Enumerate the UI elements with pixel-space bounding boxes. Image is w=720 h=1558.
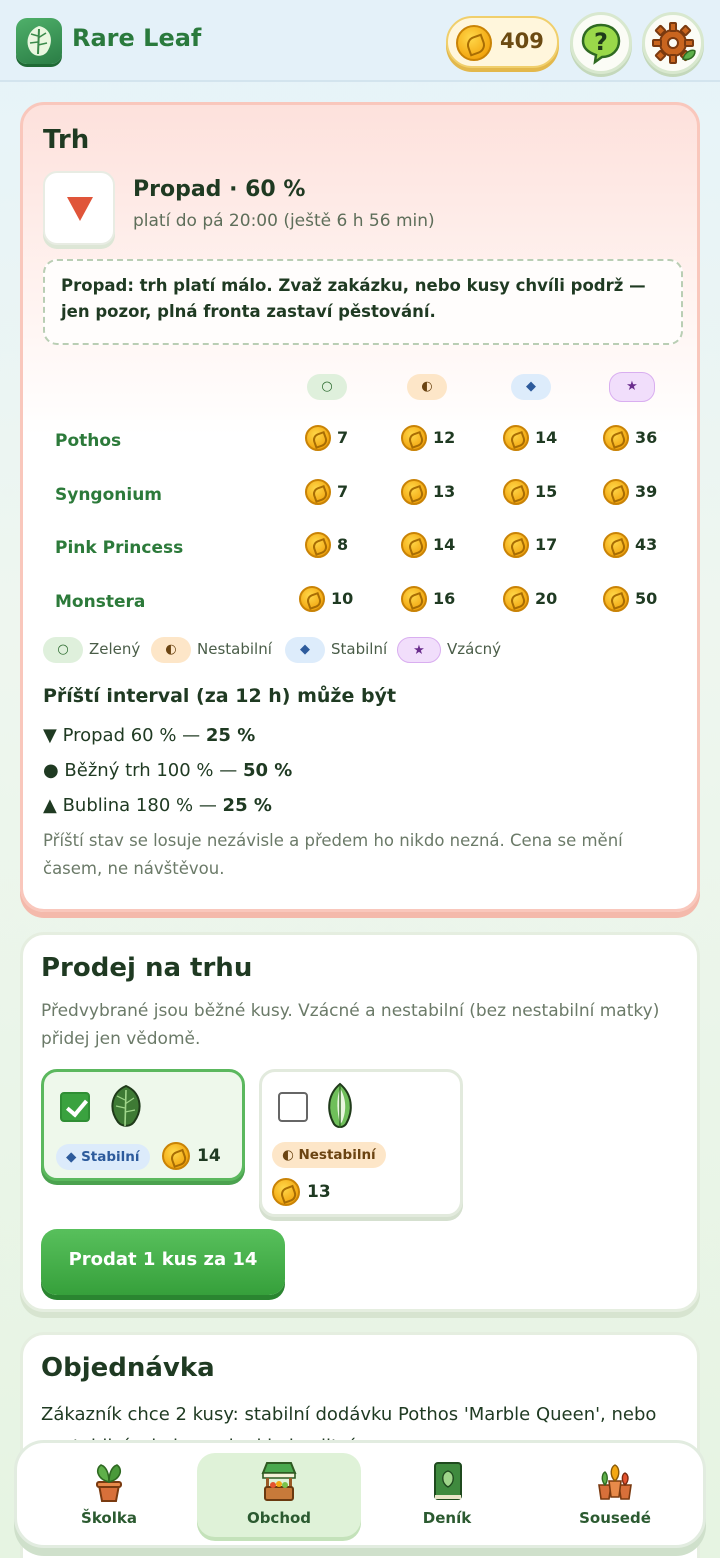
leaf-coin-icon bbox=[603, 532, 629, 558]
leaf-coin-icon bbox=[603, 425, 629, 451]
leaf-coin-icon bbox=[503, 532, 529, 558]
leaf-coin-icon bbox=[456, 25, 492, 61]
nav-label: Obchod bbox=[246, 1509, 312, 1527]
plant-name: Syngonium bbox=[55, 485, 163, 505]
market-stall-icon bbox=[261, 1462, 297, 1501]
market-card: Trh Propad · 60 % platí do pá 20:00 (ješ… bbox=[20, 102, 700, 912]
sell-subtitle: Předvybrané jsou běžné kusy. Vzácné a ne… bbox=[41, 1001, 660, 1049]
leaf-coin-icon bbox=[305, 532, 331, 558]
leaf-coin-icon bbox=[305, 425, 331, 451]
leaf-coin-icon bbox=[503, 479, 529, 505]
checkmark-icon bbox=[65, 1094, 89, 1118]
bottom-navigation: Školka Obchod Deník Sousedé bbox=[14, 1440, 706, 1548]
gear-leaf-icon bbox=[652, 22, 696, 64]
journal-book-icon bbox=[434, 1462, 462, 1500]
plant-name: Pink Princess bbox=[55, 538, 184, 558]
legend-item-stable: ◆ Stabilní bbox=[285, 635, 387, 663]
app-title: Rare Leaf bbox=[72, 24, 202, 52]
sell-title: Prodej na trhu bbox=[41, 953, 253, 983]
next-interval-title: Příští interval (za 12 h) může být bbox=[43, 685, 397, 707]
dark-leaf-icon bbox=[111, 1084, 141, 1127]
trend-indicator bbox=[43, 171, 115, 245]
leaf-coin-icon bbox=[603, 479, 629, 505]
next-interval-option: ▼ Propad 60 % — 25 % bbox=[43, 725, 256, 746]
quality-tag-unstable: ◐ Nestabilní bbox=[272, 1142, 386, 1168]
legend-item-rare: ★ Vzácný bbox=[397, 635, 501, 663]
nav-tab-skolka[interactable]: Školka bbox=[27, 1453, 191, 1537]
legend-item-green: ○ Zelený bbox=[43, 635, 140, 663]
item-checkbox-checked[interactable] bbox=[60, 1092, 90, 1122]
leaf-coin-icon bbox=[305, 479, 331, 505]
leaf-coin-icon bbox=[401, 586, 427, 612]
neighbors-plants-icon bbox=[598, 1464, 632, 1500]
variegated-leaf-icon bbox=[328, 1082, 352, 1128]
market-advice-note: Propad: trh platí málo. Zvaž zakázku, ne… bbox=[43, 259, 683, 345]
sell-item-card-selected[interactable]: ◆ Stabilní 14 bbox=[41, 1069, 245, 1181]
nav-label: Školka bbox=[81, 1509, 137, 1527]
legend-item-unstable: ◐ Nestabilní bbox=[151, 635, 272, 663]
leaf-coin-icon bbox=[272, 1178, 300, 1206]
order-title: Objednávka bbox=[41, 1353, 215, 1383]
leaf-coin-icon bbox=[162, 1142, 190, 1170]
nav-label: Deník bbox=[422, 1509, 472, 1527]
next-interval-option: ▲ Bublina 180 % — 25 % bbox=[43, 795, 272, 816]
market-title: Trh bbox=[43, 125, 90, 155]
nav-label: Sousedé bbox=[579, 1509, 651, 1527]
question-bubble-icon: ? bbox=[581, 23, 621, 65]
coin-balance[interactable]: 409 bbox=[446, 16, 559, 68]
nav-tab-denik[interactable]: Deník bbox=[365, 1453, 529, 1537]
monstera-leaf-logo-icon bbox=[16, 18, 62, 64]
trend-title: Propad · 60 % bbox=[133, 177, 306, 202]
potted-plant-icon bbox=[96, 1464, 122, 1502]
plant-name: Pothos bbox=[55, 431, 122, 451]
leaf-coin-icon bbox=[299, 586, 325, 612]
leaf-coin-icon bbox=[503, 425, 529, 451]
quality-tag-stable: ◆ Stabilní bbox=[56, 1144, 150, 1170]
coin-balance-value: 409 bbox=[500, 29, 544, 53]
leaf-coin-icon bbox=[401, 425, 427, 451]
help-button[interactable]: ? bbox=[570, 12, 632, 74]
svg-text:?: ? bbox=[594, 28, 608, 56]
item-checkbox-unchecked[interactable] bbox=[278, 1092, 308, 1122]
market-footnote: Příští stav se losuje nezávisle a předem… bbox=[43, 831, 623, 878]
trend-validity: platí do pá 20:00 (ještě 6 h 56 min) bbox=[133, 211, 435, 231]
quality-header-unstable: ◐ bbox=[407, 374, 447, 400]
leaf-coin-icon bbox=[603, 586, 629, 612]
settings-button[interactable] bbox=[642, 12, 704, 74]
sell-item-card[interactable]: ◐ Nestabilní 13 bbox=[259, 1069, 463, 1217]
top-bar: Rare Leaf 409 ? bbox=[0, 0, 720, 82]
quality-header-stable: ◆ bbox=[511, 374, 551, 400]
leaf-coin-icon bbox=[401, 479, 427, 505]
plant-name: Monstera bbox=[55, 592, 146, 612]
sell-card: Prodej na trhu Předvybrané jsou běžné ku… bbox=[20, 932, 700, 1312]
sell-button[interactable]: Prodat 1 kus za 14 bbox=[41, 1229, 285, 1295]
quality-header-rare: ★ bbox=[609, 372, 655, 402]
next-interval-option: ● Běžný trh 100 % — 50 % bbox=[43, 760, 293, 781]
leaf-coin-icon bbox=[503, 586, 529, 612]
triangle-down-icon bbox=[67, 197, 93, 221]
leaf-coin-icon bbox=[401, 532, 427, 558]
nav-tab-obchod[interactable]: Obchod bbox=[197, 1453, 361, 1537]
nav-tab-sousede[interactable]: Sousedé bbox=[533, 1453, 697, 1537]
quality-header-green: ○ bbox=[307, 374, 347, 400]
